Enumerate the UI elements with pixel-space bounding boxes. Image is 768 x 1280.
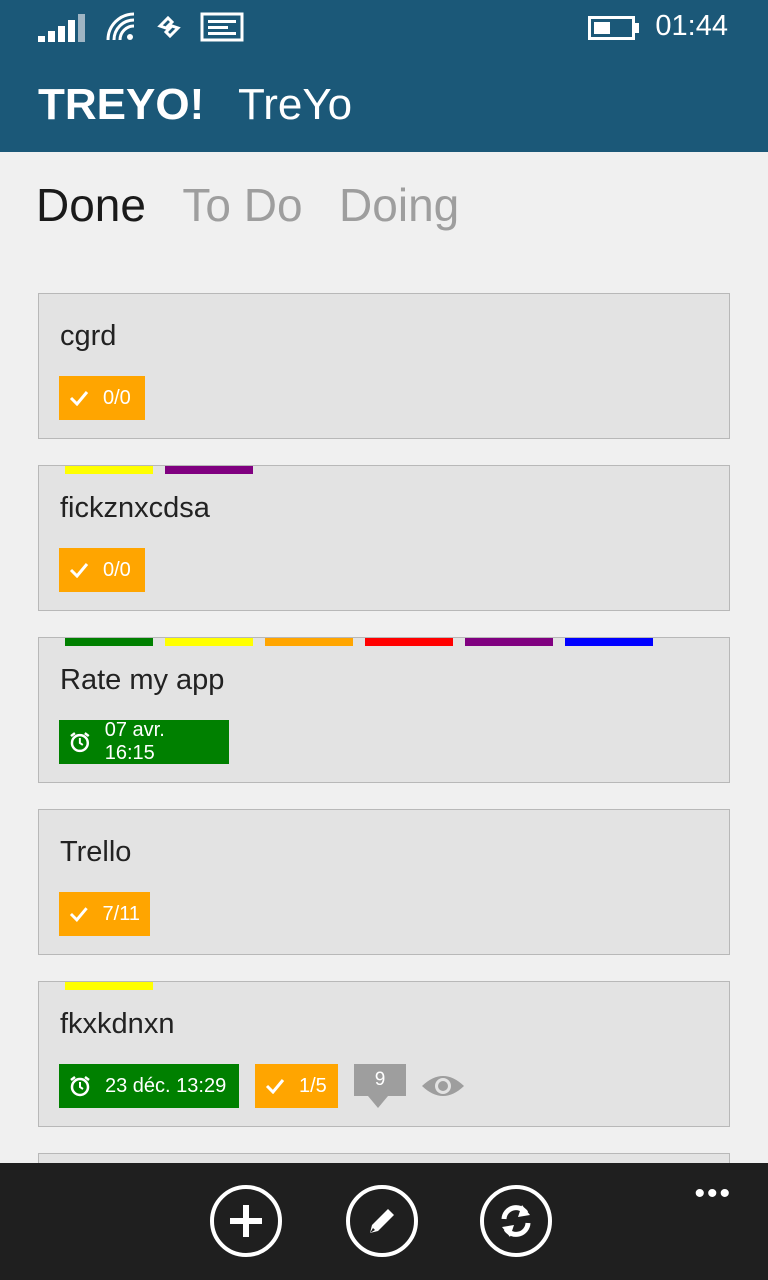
wifi-icon [106,12,135,41]
card-badges: 0/0 [59,548,161,592]
board-title: TreYo [238,80,353,129]
tab-done[interactable]: Done [36,179,146,231]
edit-button[interactable] [346,1185,418,1257]
card[interactable]: fickznxcdsa 0/0 [38,465,730,611]
card[interactable]: cgrd 0/0 [38,293,730,439]
due-date-badge: 23 déc. 13:29 [59,1064,239,1108]
card-badges: 0/0 [59,376,161,420]
message-icon [200,12,244,42]
card-title: fickznxcdsa [60,492,210,524]
card[interactable]: Rate my app 07 avr. 16:15 [38,637,730,783]
label-purple [165,466,253,474]
tab-to-do[interactable]: To Do [182,179,302,231]
card-list: cgrd 0/0 fickznxcdsa 0/0 Rate my app 07 … [38,293,730,1211]
refresh-button[interactable] [480,1185,552,1257]
status-bar: 01:44 [0,0,768,52]
comment-count-badge: 9 [354,1064,406,1108]
clock: 01:44 [655,10,728,42]
signal-strength-icon [38,14,85,42]
checklist-badge: 0/0 [59,548,145,592]
card-labels [65,466,265,474]
label-red [365,638,453,646]
label-yellow [65,982,153,990]
refresh-icon [501,1205,531,1237]
card-title: fkxkdnxn [60,1008,175,1040]
check-icon [69,907,88,922]
checklist-badge: 7/11 [59,892,150,936]
checklist-count: 7/11 [102,902,140,925]
due-date: 23 déc. 13:29 [105,1074,227,1097]
more-options-button[interactable]: ••• [694,1177,732,1211]
card-badges: 23 déc. 13:29 1/5 9 [59,1064,466,1108]
check-icon [69,563,89,578]
card-title: Rate my app [60,664,225,696]
label-blue [565,638,653,646]
app-bar: ••• [0,1163,768,1280]
label-yellow [165,638,253,646]
card-labels [65,638,665,646]
app-header: TREYO! TreYo [0,52,768,152]
card[interactable]: Trello 7/11 [38,809,730,955]
card-title: cgrd [60,320,117,352]
checklist-count: 0/0 [103,558,131,581]
alarm-clock-icon [70,732,90,753]
checklist-count: 0/0 [103,386,131,409]
due-date: 07 avr. 16:15 [104,719,165,764]
card[interactable]: fkxkdnxn 23 déc. 13:29 1/5 9 [38,981,730,1127]
add-icon [230,1205,262,1237]
label-purple [465,638,553,646]
checklist-badge: 1/5 [255,1064,338,1108]
checklist-badge: 0/0 [59,376,145,420]
card-title: Trello [60,836,132,868]
app-logo: TREYO! [38,80,205,129]
check-icon [69,391,89,406]
eye-icon [422,1076,464,1096]
card-badges: 07 avr. 16:15 [59,719,245,764]
card-badges: 7/11 [59,892,166,936]
label-orange [265,638,353,646]
comment-count: 9 [374,1069,386,1090]
edit-icon [370,1209,394,1233]
add-card-button[interactable] [210,1185,282,1257]
label-yellow [65,466,153,474]
due-date-badge: 07 avr. 16:15 [59,719,229,764]
list-tabs: Done To Do Doing [36,178,491,238]
check-icon [265,1079,285,1094]
battery-icon [588,16,639,40]
alarm-clock-icon [70,1076,90,1097]
card-labels [65,982,165,990]
tab-doing[interactable]: Doing [339,179,459,231]
checklist-count: 1/5 [299,1074,327,1097]
data-connection-icon [157,15,181,39]
label-green [65,638,153,646]
